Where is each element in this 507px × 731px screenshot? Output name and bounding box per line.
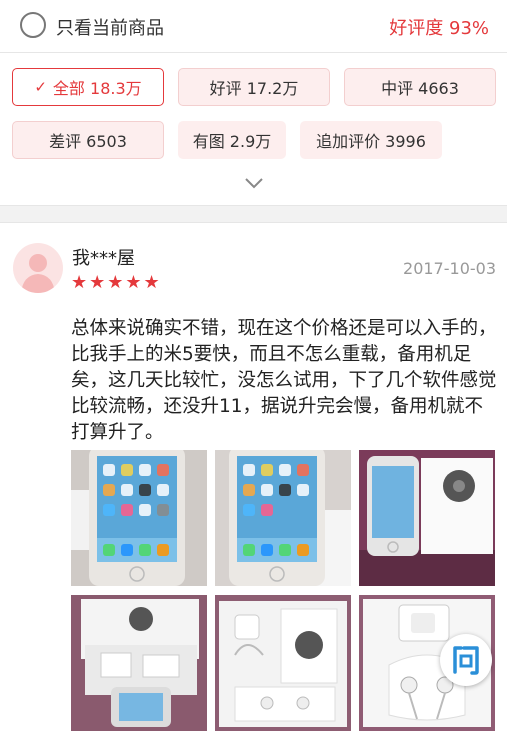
ask-question-icon bbox=[453, 646, 479, 675]
review-text: 总体来说确实不错，现在这个价格还是可以入手的，比我手上的米5要快，而且不怎么重载… bbox=[71, 318, 497, 443]
positive-rating: 好评度 93% bbox=[389, 18, 489, 39]
phone-photo-icon bbox=[215, 450, 351, 586]
review-date: 2017-10-03 bbox=[403, 259, 496, 278]
review-photo[interactable] bbox=[359, 450, 495, 586]
phone-photo-icon bbox=[71, 450, 207, 586]
avatar[interactable] bbox=[13, 243, 63, 293]
filter-neutral[interactable]: 中评 4663 bbox=[344, 68, 496, 106]
ask-button[interactable] bbox=[440, 634, 492, 686]
only-current-radio[interactable] bbox=[20, 12, 46, 38]
box-photo-icon bbox=[71, 595, 207, 731]
filter-follow-up[interactable]: 追加评价 3996 bbox=[300, 121, 442, 159]
user-avatar-icon bbox=[21, 254, 55, 293]
review-photo[interactable] bbox=[215, 450, 351, 586]
accessories-photo-icon bbox=[215, 595, 351, 731]
review-photo[interactable] bbox=[71, 595, 207, 731]
check-icon: ✓ bbox=[34, 78, 47, 96]
review-photo[interactable] bbox=[71, 450, 207, 586]
filter-header: 只看当前商品 好评度 93% bbox=[0, 0, 507, 53]
chevron-down-icon[interactable] bbox=[244, 175, 264, 191]
section-divider bbox=[0, 205, 507, 223]
review-photos bbox=[71, 450, 501, 731]
only-current-label[interactable]: 只看当前商品 bbox=[56, 14, 164, 40]
phone-box-photo-icon bbox=[359, 450, 495, 586]
reviewer-name: 我***屋 bbox=[72, 248, 135, 269]
filter-negative[interactable]: 差评 6503 bbox=[12, 121, 164, 159]
filter-with-photos[interactable]: 有图 2.9万 bbox=[178, 121, 286, 159]
filter-positive[interactable]: 好评 17.2万 bbox=[178, 68, 330, 106]
review-photo[interactable] bbox=[215, 595, 351, 731]
review-filters: ✓ 全部 18.3万 好评 17.2万 中评 4663 差评 6503 有图 2… bbox=[0, 53, 507, 205]
star-rating: ★★★★★ bbox=[71, 272, 162, 293]
filter-all[interactable]: ✓ 全部 18.3万 bbox=[12, 68, 164, 106]
